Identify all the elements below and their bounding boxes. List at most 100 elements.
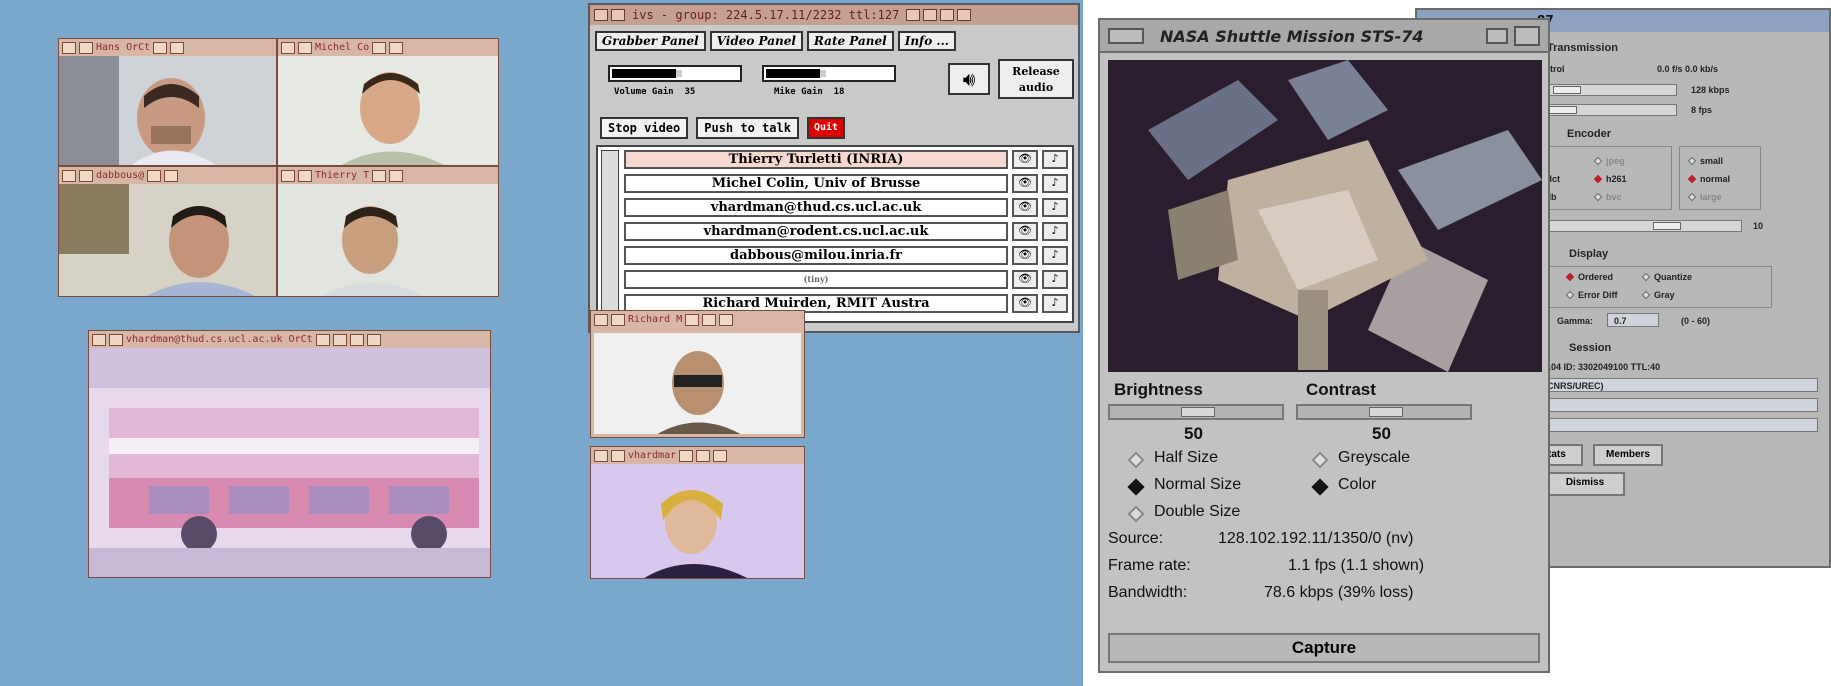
color-label[interactable]: Color — [1338, 476, 1376, 494]
list-item[interactable]: dabbous@milou.inria.fr 👁︎ ♪ — [624, 246, 1068, 265]
list-item[interactable]: Thierry Turletti (INRIA) 👁︎ ♪ — [624, 150, 1068, 169]
window-menu-icon[interactable] — [1108, 28, 1144, 44]
greyscale-label[interactable]: Greyscale — [1338, 449, 1410, 467]
session-field[interactable] — [1513, 418, 1818, 432]
normal-size-label[interactable]: Normal Size — [1154, 476, 1241, 494]
music-note-icon[interactable]: ♪ — [1042, 198, 1068, 217]
brightness-slider[interactable] — [1108, 404, 1284, 420]
eye-icon[interactable]: 👁︎ — [1012, 294, 1038, 313]
eye-icon[interactable]: 👁︎ — [1012, 222, 1038, 241]
eye-icon[interactable]: 👁︎ — [1012, 198, 1038, 217]
video-window-thierry[interactable]: Thierry T — [277, 166, 499, 297]
window-button-icon[interactable] — [147, 169, 162, 182]
window-iconify-icon[interactable] — [611, 449, 625, 462]
window-button-icon[interactable] — [372, 169, 387, 182]
window-iconify-icon[interactable] — [79, 41, 93, 54]
music-note-icon[interactable]: ♪ — [1042, 294, 1068, 313]
encoder-option-bvc[interactable]: bvc — [1593, 192, 1622, 202]
greyscale-radio[interactable] — [1311, 451, 1329, 469]
speaker-button[interactable]: 🔊︎ — [948, 63, 990, 95]
window-iconify-icon[interactable] — [611, 313, 625, 326]
normal-size-radio[interactable] — [1127, 478, 1145, 496]
window-button-icon[interactable] — [685, 313, 700, 326]
video-window-titlebar[interactable]: Hans OrCt — [59, 39, 276, 56]
list-item[interactable]: (tiny) 👁︎ ♪ — [624, 270, 1068, 289]
window-button-icon[interactable] — [372, 41, 387, 54]
window-iconify-icon[interactable] — [109, 333, 123, 346]
window-iconify-icon[interactable] — [298, 169, 312, 182]
video-window-titlebar[interactable]: vhardmar — [591, 447, 804, 464]
window-button-icon[interactable] — [906, 9, 921, 21]
quit-button[interactable]: Quit — [806, 117, 846, 139]
window-button-icon[interactable] — [164, 169, 179, 182]
music-note-icon[interactable]: ♪ — [1042, 222, 1068, 241]
participant-name[interactable]: (tiny) — [624, 270, 1008, 289]
participant-name[interactable]: Michel Colin, Univ of Brusse — [624, 174, 1008, 193]
window-menu-icon[interactable] — [281, 41, 295, 54]
window-button-icon[interactable] — [923, 9, 938, 21]
participant-name[interactable]: dabbous@milou.inria.fr — [624, 246, 1008, 265]
music-note-icon[interactable]: ♪ — [1042, 246, 1068, 265]
double-size-radio[interactable] — [1127, 505, 1145, 523]
window-button-icon[interactable] — [389, 169, 404, 182]
display-option-error-diff[interactable]: Error Diff — [1565, 290, 1618, 300]
window-menu-icon[interactable] — [594, 9, 608, 21]
window-menu-icon[interactable] — [594, 313, 608, 326]
window-button-icon[interactable] — [170, 41, 185, 54]
encoder-option-jpeg[interactable]: jpeg — [1593, 156, 1625, 166]
video-window-vhardman[interactable]: vhardmar — [590, 446, 805, 579]
session-name-field[interactable]: pacmi(CNRS/UREC) — [1513, 378, 1818, 392]
volume-gain-slider[interactable] — [608, 65, 742, 82]
encoder-option-h261[interactable]: h261 — [1593, 174, 1627, 184]
list-item[interactable]: Michel Colin, Univ of Brusse 👁︎ ♪ — [624, 174, 1068, 193]
display-option-ordered[interactable]: Ordered — [1565, 272, 1613, 282]
push-to-talk-button[interactable]: Push to talk — [696, 117, 799, 139]
music-note-icon[interactable]: ♪ — [1042, 174, 1068, 193]
window-button-icon[interactable] — [315, 333, 330, 346]
eye-icon[interactable]: 👁︎ — [1012, 270, 1038, 289]
window-button-icon[interactable] — [679, 449, 694, 462]
window-button-icon[interactable] — [366, 333, 381, 346]
video-window-titlebar[interactable]: vhardman@thud.cs.ucl.ac.uk OrCt — [89, 331, 490, 348]
window-button-icon[interactable] — [713, 449, 728, 462]
participants-scrollbar[interactable] — [601, 150, 619, 318]
contrast-slider[interactable] — [1296, 404, 1472, 420]
tab-video-panel[interactable]: Video Panel — [709, 31, 803, 51]
video-window-titlebar[interactable]: Richard M — [591, 311, 804, 328]
window-button-icon[interactable] — [349, 333, 364, 346]
list-item[interactable]: vhardman@rodent.cs.ucl.ac.uk 👁︎ ♪ — [624, 222, 1068, 241]
nasa-video-feed[interactable] — [1108, 60, 1542, 372]
size-option-large[interactable]: large — [1687, 192, 1722, 202]
nasa-titlebar[interactable]: NASA Shuttle Mission STS-74 — [1100, 20, 1548, 53]
eye-icon[interactable]: 👁︎ — [1012, 150, 1038, 169]
capture-button[interactable]: Capture — [1108, 633, 1540, 663]
tab-grabber-panel[interactable]: Grabber Panel — [595, 31, 706, 51]
display-option-quantize[interactable]: Quantize — [1641, 272, 1692, 282]
window-menu-icon[interactable] — [281, 169, 295, 182]
eye-icon[interactable]: 👁︎ — [1012, 246, 1038, 265]
eye-icon[interactable]: 👁︎ — [1012, 174, 1038, 193]
session-field[interactable] — [1513, 398, 1818, 412]
window-menu-icon[interactable] — [62, 41, 76, 54]
half-size-label[interactable]: Half Size — [1154, 449, 1218, 467]
double-size-label[interactable]: Double Size — [1154, 503, 1240, 521]
members-button[interactable]: Members — [1593, 444, 1663, 466]
window-button-icon[interactable] — [957, 9, 972, 21]
video-window-dabbous[interactable]: dabbous@ — [58, 166, 277, 297]
video-window-bus[interactable]: vhardman@thud.cs.ucl.ac.uk OrCt — [88, 330, 491, 578]
participant-name[interactable]: vhardman@thud.cs.ucl.ac.uk — [624, 198, 1008, 217]
video-window-richard[interactable]: Richard M — [590, 310, 805, 438]
music-note-icon[interactable]: ♪ — [1042, 150, 1068, 169]
window-button-icon[interactable] — [702, 313, 717, 326]
window-menu-icon[interactable] — [594, 449, 608, 462]
window-maximize-icon[interactable] — [1514, 26, 1540, 46]
window-button-icon[interactable] — [719, 313, 734, 326]
window-button-icon[interactable] — [332, 333, 347, 346]
window-iconify-icon[interactable] — [79, 169, 93, 182]
stop-video-button[interactable]: Stop video — [600, 117, 689, 139]
window-iconify-icon[interactable] — [611, 9, 625, 21]
window-iconify-icon[interactable] — [298, 41, 312, 54]
window-button-icon[interactable] — [153, 41, 168, 54]
color-radio[interactable] — [1311, 478, 1329, 496]
size-option-normal[interactable]: normal — [1687, 174, 1730, 184]
